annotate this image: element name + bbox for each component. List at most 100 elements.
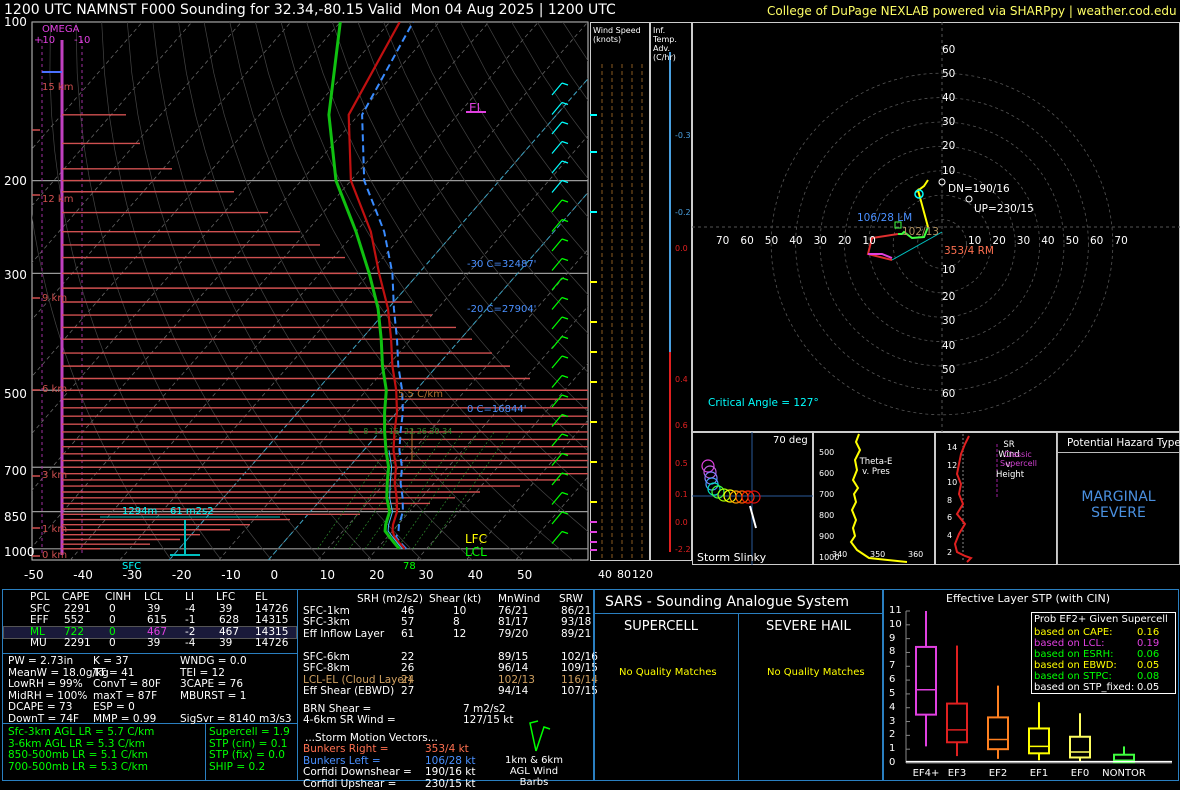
pressure-label-1000: 1000: [4, 546, 35, 558]
kin-cell: Eff Inflow Layer: [303, 629, 384, 641]
tadv-label-8: -2.2: [675, 545, 691, 554]
agl-wind-barbs: [520, 715, 560, 755]
temp-label-50: 50: [517, 569, 532, 581]
wind-speed-label-120: 120: [632, 569, 653, 581]
hdr-lcl: LCL: [144, 592, 163, 604]
lapse-value: 700-500mb LR = 5.3 C/km: [8, 762, 148, 774]
parcel-cell: 2291: [64, 638, 91, 650]
prob-label-5: based on STP_fixed:: [1034, 682, 1134, 693]
hazard-divider: [1058, 452, 1179, 453]
index-cell: MMP = 0.99: [93, 714, 156, 726]
temp-label--50: -50: [24, 569, 44, 581]
parcel-cell: -1: [185, 615, 195, 627]
effsrh-label: 61 m2s2: [170, 506, 214, 518]
barb-caption: 1km & 6km AGL Wind Barbs: [494, 755, 574, 788]
parcel-divider: [3, 653, 297, 654]
pressure-label-300: 300: [4, 269, 27, 281]
stp-cat-label-EF3: EF3: [948, 768, 966, 779]
height-label-2: 9 km: [42, 293, 67, 305]
wind-speed-label-40: 40: [598, 569, 612, 581]
hodo-up-label: UP=230/15: [974, 203, 1034, 215]
srw-height-10: 10: [947, 478, 957, 487]
index-cell: WNDG = 0.0: [180, 656, 247, 668]
hodo-ring-label-lower-1: 20: [942, 291, 955, 303]
iso-30-label: -30 C=32487': [467, 259, 536, 271]
kin-row: [303, 640, 593, 652]
hdr-lfc: LFC: [216, 592, 235, 604]
stp-y-label-10: 10: [889, 619, 902, 631]
kin-cell: SFC-8km: [303, 663, 350, 675]
vector-value: 230/15 kt: [425, 779, 475, 790]
tadv-label-6: 0.1: [675, 490, 688, 499]
parcel-cell: 14726: [255, 638, 288, 650]
pressure-label-700: 700: [4, 465, 27, 477]
wind-speed-panel: [590, 22, 650, 567]
prob-value-0: 0.16: [1137, 627, 1159, 638]
indices-row: DCAPE = 73ESP = 0: [8, 702, 298, 714]
index-cell: DownT = 74F: [8, 714, 79, 726]
sars-divider-v: [738, 614, 739, 780]
stp-title: Effective Layer STP (with CIN): [946, 593, 1110, 605]
prob-value-1: 0.19: [1137, 638, 1159, 649]
srw46-label: 4-6km SR Wind =: [303, 715, 396, 727]
srw46-value: 127/15 kt: [463, 715, 513, 727]
hazard-value: MARGINAL SEVERE: [1058, 489, 1179, 521]
kin-cell: 81/17: [498, 617, 528, 629]
tadv-label-5: 0.5: [675, 459, 688, 468]
temp-advection-panel: [650, 22, 692, 567]
hodo-ring-label-3: 30: [942, 116, 955, 128]
srw-height-6: 6: [947, 513, 952, 522]
kin-cell: 93/18: [561, 617, 591, 629]
height-label-3: 6 km: [42, 384, 67, 396]
hodo-axis-left-5: 20: [838, 235, 851, 247]
parcel-cell: 552: [64, 615, 84, 627]
parcel-cell: 39: [219, 638, 232, 650]
hodo-ring-label-lower-0: 10: [942, 264, 955, 276]
kin-hdr-srw: SRW: [559, 594, 583, 606]
index-cell: K = 37: [93, 656, 129, 668]
wind-speed-title: Wind Speed (knots): [593, 26, 643, 44]
prob-label-0: based on CAPE:: [1034, 627, 1113, 638]
kin-cell: SFC-3km: [303, 617, 350, 629]
hodo-axis-left-3: 40: [789, 235, 802, 247]
kin-row: Eff Shear (EBWD)2794/14107/15: [303, 686, 593, 698]
hodo-lm-label: 106/28 LM: [857, 212, 912, 224]
hodo-ring-label-2: 40: [942, 92, 955, 104]
indices-row: PW = 2.73inK = 37WNDG = 0.0: [8, 656, 298, 668]
parcel-row-EFF: EFF5520615-162814315: [4, 615, 296, 627]
height-label-0: 15 km: [42, 82, 73, 94]
srw-height-4: 4: [947, 531, 952, 540]
slinky-deg: 70 deg: [773, 435, 808, 447]
kin-cell: 57: [401, 617, 414, 629]
thetae-x-350: 350: [870, 550, 885, 559]
skewt-panel: [0, 20, 590, 585]
stp-y-label-4: 4: [889, 702, 895, 714]
tadv-label-0: -0.3: [675, 131, 691, 140]
index-cell: SigSvr = 8140 m3/s3: [180, 714, 292, 726]
temp-label--40: -40: [73, 569, 93, 581]
stp-y-label-3: 3: [889, 716, 895, 728]
stp-y-label-8: 8: [889, 646, 895, 658]
hodo-axis-left-4: 30: [814, 235, 827, 247]
prob-label-1: based on LCL:: [1034, 638, 1105, 649]
stp-y-label-11: 11: [889, 605, 902, 617]
parcel-cell: 628: [219, 615, 239, 627]
vector-label: Corfidi Upshear =: [303, 779, 396, 790]
index-cell: LowRH = 99%: [8, 679, 83, 691]
stp-box-EF0: [1070, 737, 1090, 758]
thetae-pres-600: 600: [819, 469, 834, 478]
omega-plus: +10: [34, 35, 55, 47]
kin-hdr-srh: SRH (m2/s2): [357, 594, 423, 606]
kin-cell: 26: [401, 663, 414, 675]
pressure-label-850: 850: [4, 511, 27, 523]
stp-box-EF1: [1029, 728, 1049, 753]
height-label-1: 12 km: [42, 194, 73, 206]
pressure-label-200: 200: [4, 175, 27, 187]
prob-value-3: 0.05: [1137, 660, 1159, 671]
hdr-el: EL: [255, 592, 267, 604]
parcel-header-row: PCL CAPE CINH LCL LI LFC EL: [4, 592, 296, 604]
height-label-6: 0 km: [42, 550, 67, 562]
hodo-axis-right-0: 10: [968, 235, 981, 247]
hodo-axis-right-4: 50: [1066, 235, 1079, 247]
kin-row: Eff Inflow Layer611279/2089/21: [303, 629, 593, 641]
